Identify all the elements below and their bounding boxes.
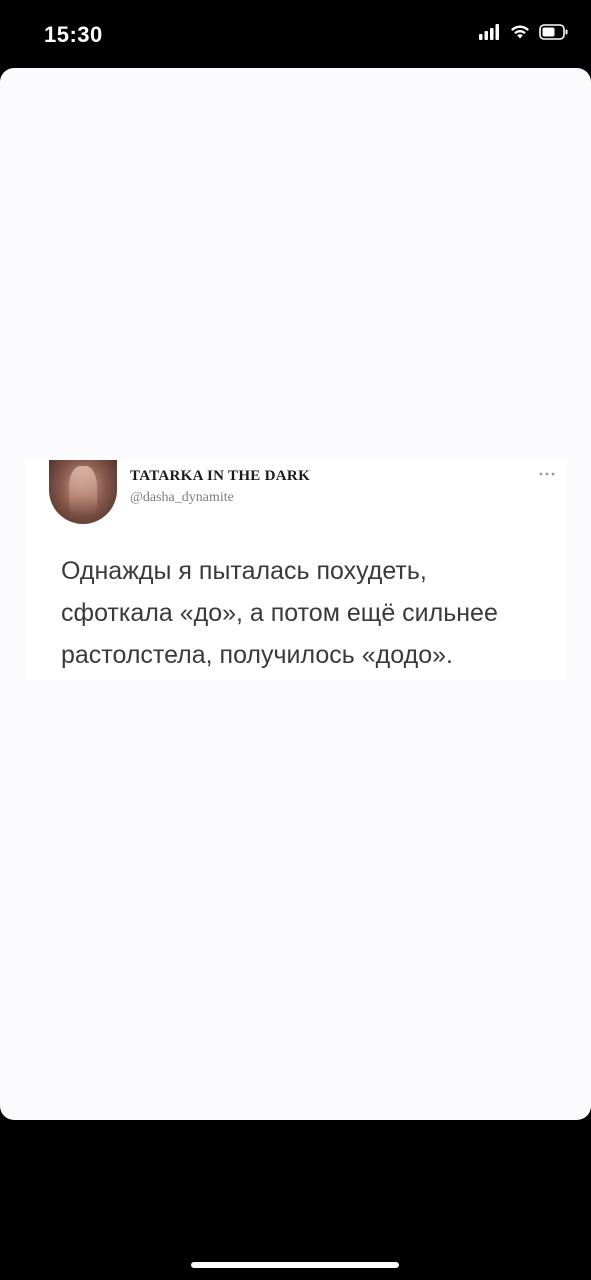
signal-icon: [479, 24, 501, 40]
tweet-card: TATARKA IN THE DARK @dasha_dynamite Одна…: [26, 460, 566, 680]
home-indicator[interactable]: [191, 1262, 399, 1268]
wifi-icon: [509, 24, 531, 40]
status-icons: [479, 24, 569, 40]
more-icon[interactable]: [538, 464, 556, 480]
content-sheet: TATARKA IN THE DARK @dasha_dynamite Одна…: [0, 68, 591, 1120]
status-bar: 15:30: [0, 0, 591, 68]
battery-icon: [539, 24, 569, 40]
avatar[interactable]: [49, 460, 117, 524]
status-time: 15:30: [44, 22, 103, 47]
tweet-text: Однажды я пыталась похудеть, сфоткала «д…: [61, 557, 498, 669]
user-handle[interactable]: @dasha_dynamite: [130, 490, 234, 506]
avatar-photo: [69, 466, 97, 518]
display-name[interactable]: TATARKA IN THE DARK: [130, 468, 310, 485]
